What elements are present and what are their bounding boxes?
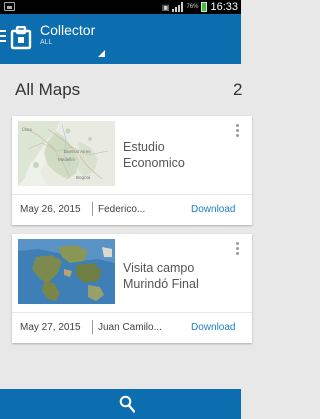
thumb-label: Bogotá bbox=[76, 175, 91, 180]
overflow-menu-icon[interactable] bbox=[236, 124, 239, 137]
signal-icon bbox=[172, 2, 184, 12]
map-author: Federico... bbox=[98, 204, 146, 215]
map-title-line: Economico bbox=[123, 156, 185, 170]
map-author: Juan Camilo... bbox=[98, 322, 162, 333]
app-title[interactable]: Collector bbox=[40, 22, 95, 38]
map-title-line: Visita campo bbox=[123, 261, 195, 275]
clock: 16:33 bbox=[210, 1, 238, 13]
thumb-label: Lima bbox=[22, 127, 32, 132]
map-title-line: Murindó Final bbox=[123, 277, 199, 291]
status-bar: ▣ 76% 16:33 bbox=[0, 0, 241, 14]
collector-logo-icon bbox=[10, 26, 32, 50]
thumb-label: Medellín bbox=[58, 157, 76, 162]
download-button[interactable]: Download bbox=[191, 322, 235, 333]
divider bbox=[12, 312, 252, 313]
divider bbox=[12, 194, 252, 195]
app-bar: Collector ALL bbox=[0, 14, 241, 64]
map-title[interactable]: Estudio Economico bbox=[123, 139, 243, 171]
bottom-bar bbox=[0, 389, 241, 419]
overflow-menu-icon[interactable] bbox=[236, 242, 239, 255]
map-count: 2 bbox=[233, 80, 243, 99]
search-icon[interactable] bbox=[119, 395, 135, 413]
map-title[interactable]: Visita campo Murindó Final bbox=[123, 260, 243, 292]
app-subtitle[interactable]: ALL bbox=[40, 39, 52, 46]
map-title-line: Estudio bbox=[123, 140, 165, 154]
map-thumbnail[interactable]: Lima Buenos Aires Medellín Bogotá bbox=[18, 121, 115, 186]
battery-icon bbox=[201, 2, 208, 12]
download-button[interactable]: Download bbox=[191, 204, 235, 215]
map-card[interactable]: Lima Buenos Aires Medellín Bogotá Estudi… bbox=[12, 116, 252, 225]
map-card[interactable]: Visita campo Murindó Final May 27, 2015 … bbox=[12, 234, 252, 343]
battery-percent: 76% bbox=[186, 4, 199, 10]
menu-icon[interactable] bbox=[0, 24, 6, 48]
separator bbox=[92, 320, 93, 334]
gallery-icon bbox=[4, 2, 15, 11]
nfc-icon: ▣ bbox=[161, 2, 170, 12]
separator bbox=[92, 202, 93, 216]
map-date: May 27, 2015 bbox=[20, 322, 81, 333]
thumb-label: Buenos Aires bbox=[64, 149, 91, 154]
section-title: All Maps bbox=[15, 80, 81, 99]
dropdown-arrow-icon[interactable] bbox=[98, 50, 105, 57]
map-date: May 26, 2015 bbox=[20, 204, 81, 215]
map-thumbnail[interactable] bbox=[18, 239, 115, 304]
